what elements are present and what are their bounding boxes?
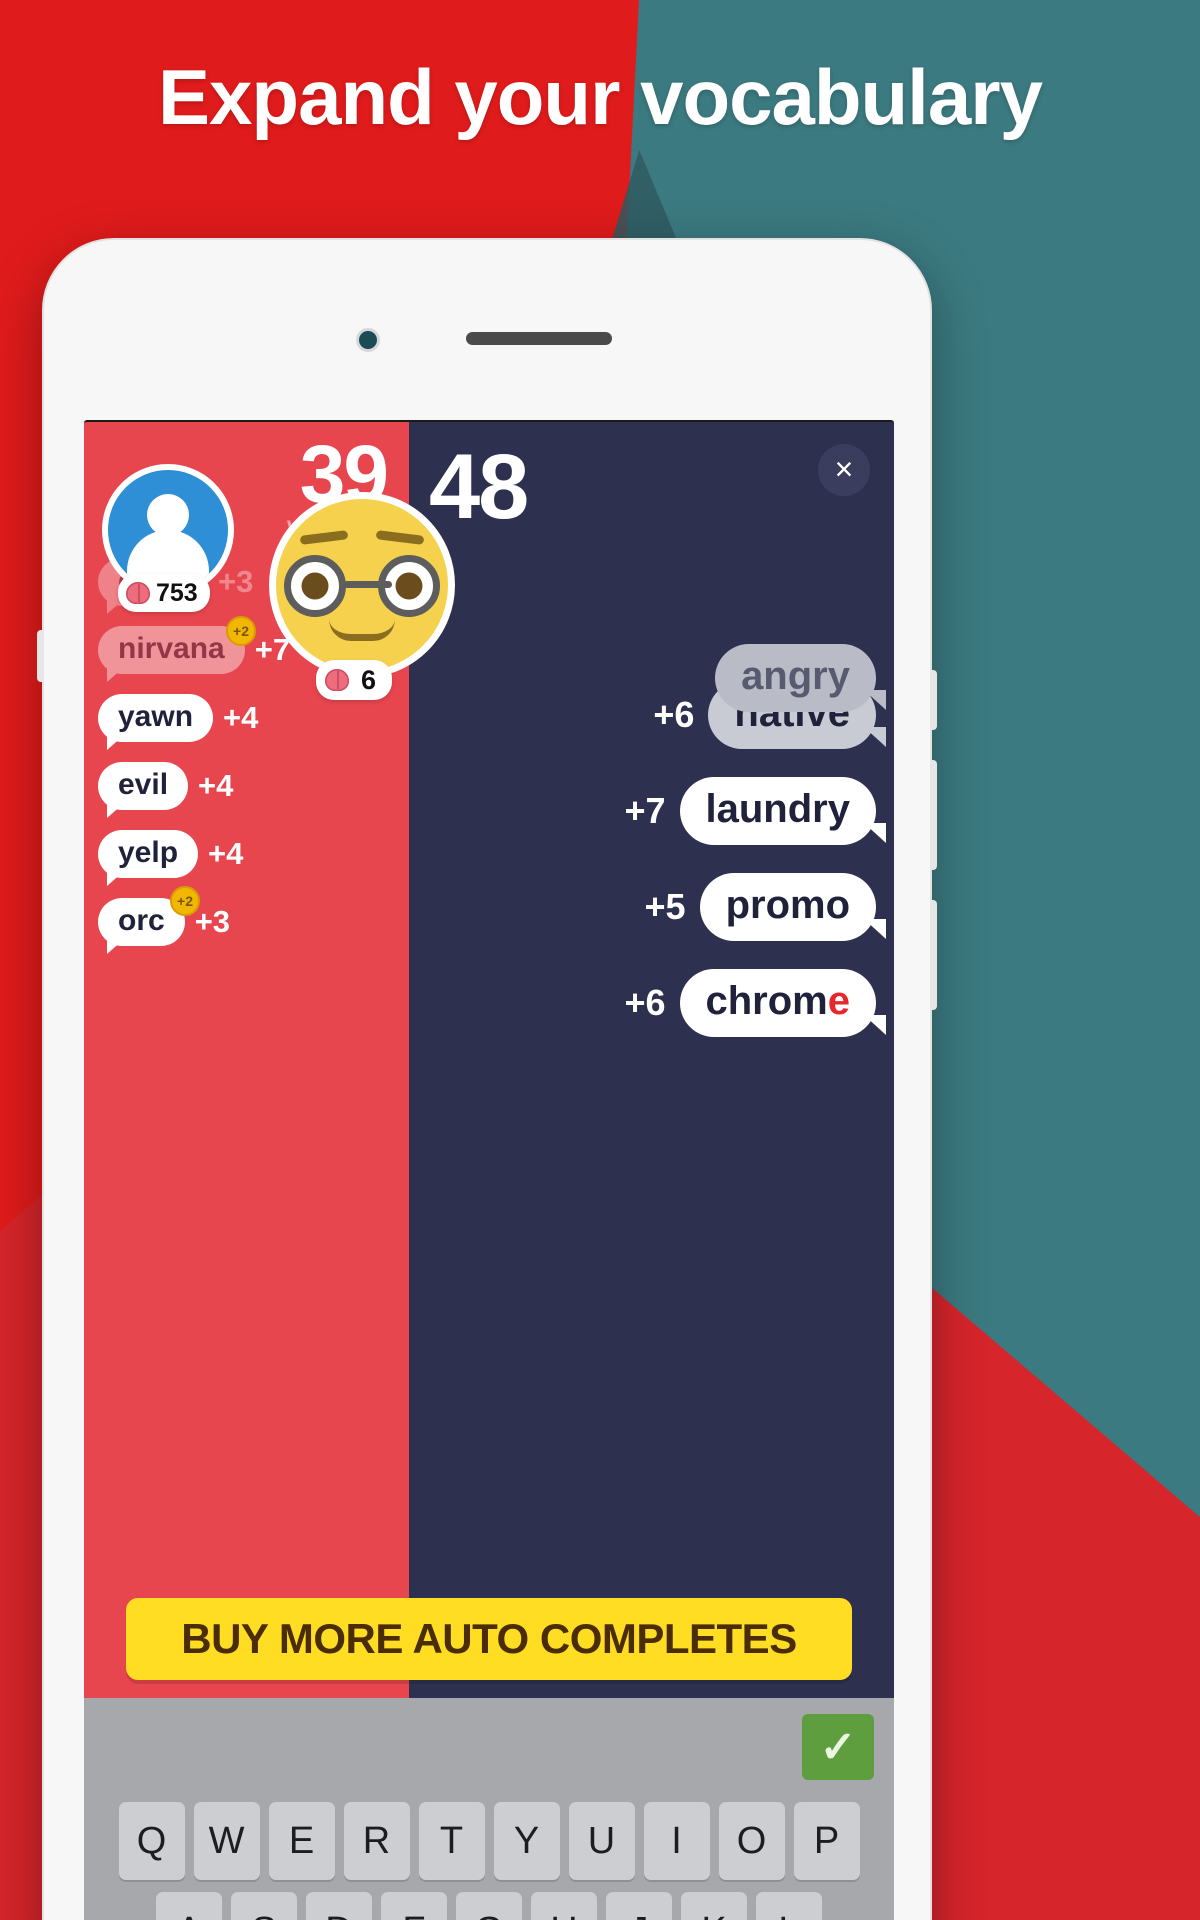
phone-side-button-c xyxy=(930,900,937,1010)
key-p[interactable]: P xyxy=(793,1802,860,1880)
word-bubble: chrome xyxy=(679,969,886,1037)
key-o[interactable]: O xyxy=(718,1802,785,1880)
left-brain-score: 753 xyxy=(156,578,198,607)
word-points: +6 xyxy=(653,694,695,735)
key-q[interactable]: Q xyxy=(118,1802,185,1880)
brain-icon xyxy=(126,582,150,604)
word-points: +4 xyxy=(198,768,234,803)
list-item: +6 chrome xyxy=(424,965,894,1041)
word-points: +4 xyxy=(223,700,259,735)
word-input-bar[interactable]: ✓ xyxy=(84,1698,894,1790)
coin-bonus-icon: +2 xyxy=(170,886,200,916)
emoji-mouth xyxy=(329,619,395,641)
close-icon[interactable]: × xyxy=(818,444,870,496)
emoji-eyebrow-left xyxy=(299,530,349,545)
key-w[interactable]: W xyxy=(193,1802,260,1880)
list-item: evil +4 xyxy=(98,758,408,818)
status-badge: 6 xyxy=(316,660,393,700)
list-item: +5 promo xyxy=(424,869,894,945)
list-item: yelp +4 xyxy=(98,826,408,886)
right-brain-score: 6 xyxy=(361,664,377,695)
buy-auto-completes-button[interactable]: BUY MORE AUTO COMPLETES xyxy=(126,1598,852,1680)
word-bubble: nirvana xyxy=(98,626,245,682)
list-item: +7 laundry xyxy=(424,773,894,849)
word-points: +6 xyxy=(624,982,666,1023)
key-u[interactable]: U xyxy=(568,1802,635,1880)
on-screen-keyboard: ✓ QWERTYUIOP ASDFGHJKL xyxy=(84,1698,894,1920)
checkmark-icon[interactable]: ✓ xyxy=(802,1714,874,1780)
word-points: +3 xyxy=(194,904,231,939)
key-g[interactable]: G xyxy=(456,1892,522,1920)
key-s[interactable]: S xyxy=(231,1892,297,1920)
earpiece-speaker xyxy=(466,332,612,345)
key-y[interactable]: Y xyxy=(493,1802,560,1880)
word-points: +4 xyxy=(208,836,244,871)
phone-side-button-a xyxy=(930,670,937,730)
right-word-list: +6 native +7 laundry +5 promo +6 chrome xyxy=(424,677,894,1061)
key-h[interactable]: H xyxy=(531,1892,597,1920)
hidden-word-bubble: angry xyxy=(715,644,886,712)
key-r[interactable]: R xyxy=(343,1802,410,1880)
right-player-score: 48 xyxy=(429,436,529,538)
word-bubble: evil xyxy=(98,762,189,818)
keyboard-row-1: QWERTYUIOP xyxy=(84,1802,894,1880)
phone-mockup: 39 WORD 7 48 × eggs +3 nirvana +2 +7 yaw… xyxy=(37,238,937,1920)
front-camera-icon xyxy=(356,328,380,352)
keyboard-row-2: ASDFGHJKL xyxy=(84,1892,894,1920)
phone-volume-silent-switch xyxy=(37,630,44,682)
coin-bonus-icon: +2 xyxy=(226,616,256,646)
word-bubble: laundry xyxy=(679,777,887,845)
word-points: +3 xyxy=(218,564,254,599)
key-j[interactable]: J xyxy=(606,1892,672,1920)
phone-side-button-b xyxy=(930,760,937,870)
status-badge: 753 xyxy=(118,574,210,612)
key-a[interactable]: A xyxy=(156,1892,222,1920)
screenshot-root: Expand your vocabulary 39 WORD 7 48 × eg… xyxy=(0,0,1200,1920)
key-e[interactable]: E xyxy=(268,1802,335,1880)
key-t[interactable]: T xyxy=(418,1802,485,1880)
word-bubble: yawn xyxy=(98,694,214,750)
word-points: +5 xyxy=(644,886,686,927)
key-d[interactable]: D xyxy=(306,1892,372,1920)
nerd-face-emoji-icon[interactable] xyxy=(269,492,455,678)
key-i[interactable]: I xyxy=(643,1802,710,1880)
list-item: orc +2 +3 xyxy=(98,886,408,954)
word-bubble: promo xyxy=(699,873,887,941)
key-k[interactable]: K xyxy=(681,1892,747,1920)
word-bubble: yelp xyxy=(98,830,199,886)
word-points: +7 xyxy=(624,790,666,831)
emoji-eyebrow-right xyxy=(375,530,425,545)
emoji-glasses-bridge xyxy=(344,581,392,588)
key-f[interactable]: F xyxy=(381,1892,447,1920)
key-l[interactable]: L xyxy=(756,1892,822,1920)
app-screen: 39 WORD 7 48 × eggs +3 nirvana +2 +7 yaw… xyxy=(84,420,894,1920)
emoji-eye-left xyxy=(284,555,346,617)
page-title: Expand your vocabulary xyxy=(158,53,1043,141)
brain-icon xyxy=(325,669,349,691)
